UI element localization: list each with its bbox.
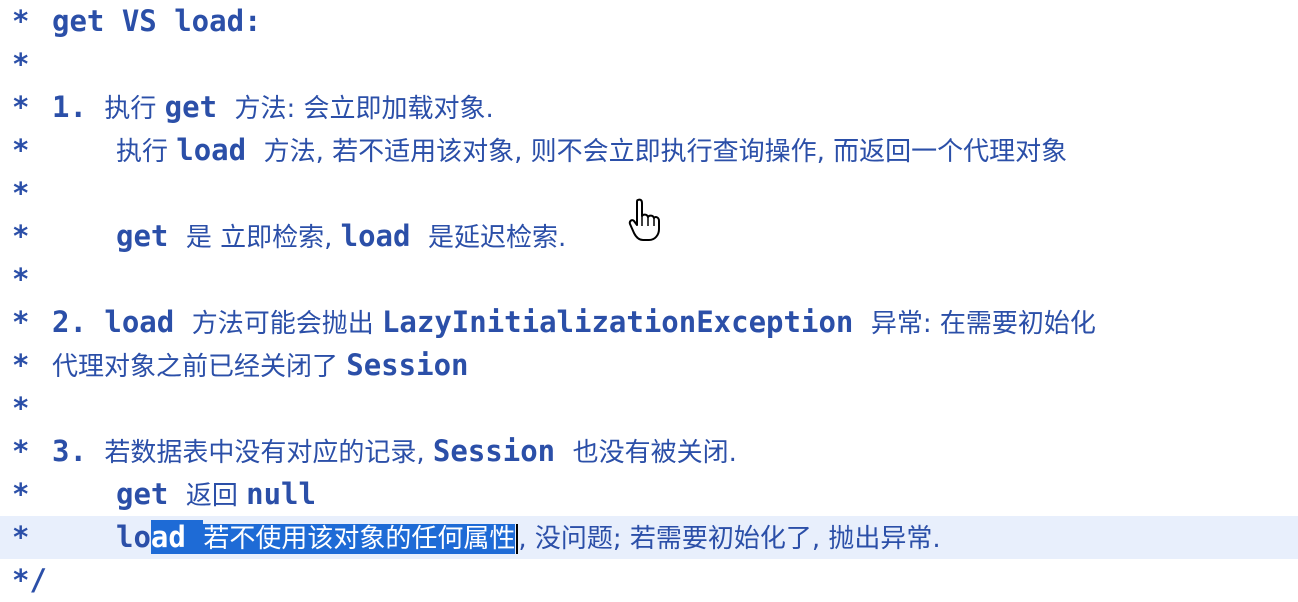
code-token: get — [164, 90, 235, 124]
comment-line-9[interactable]: * 代理对象之前已经关闭了 Session — [0, 344, 1298, 387]
code-token: get VS load: — [52, 4, 262, 38]
selected-text[interactable]: 若不使用该对象的任何属性 — [203, 524, 516, 554]
cjk-text: 方法: 会立即加载对象. — [234, 94, 494, 124]
comment-star: * — [12, 434, 30, 468]
cjk-text: 执行 — [104, 94, 165, 124]
cjk-text: , 没问题; 若需要初始化了, 抛出异常. — [518, 524, 941, 554]
code-token: 1. — [52, 90, 105, 124]
comment-line-8[interactable]: * 2. load 方法可能会抛出 LazyInitializationExce… — [0, 301, 1298, 344]
comment-line-7[interactable]: * — [0, 258, 1298, 301]
code-token: get — [116, 219, 186, 253]
comment-star: */ — [12, 563, 47, 597]
cjk-text: 若数据表中没有对应的记录, — [104, 438, 433, 468]
comment-star: * — [12, 348, 30, 382]
selected-text[interactable]: ad — [150, 520, 204, 554]
cjk-text: 返回 — [185, 481, 247, 511]
comment-star: * — [12, 133, 30, 167]
comment-line-12[interactable]: * get 返回 null — [0, 473, 1298, 516]
code-editor[interactable]: * get VS load: * * 1. 执行 get 方法: 会立即加载对象… — [0, 0, 1298, 597]
comment-star: * — [12, 4, 30, 38]
code-token: LazyInitializationException — [381, 305, 871, 339]
current-line[interactable]: * load 若不使用该对象的任何属性, 没问题; 若需要初始化了, 抛出异常. — [0, 516, 1298, 559]
code-token: Session — [432, 434, 573, 468]
cjk-text: 方法, 若不适用该对象, 则不会立即执行查询操作, 而返回一个代理对象 — [263, 137, 1068, 167]
comment-star: * — [12, 520, 30, 554]
code-token: 2. load — [52, 305, 192, 339]
code-token: 3. — [52, 434, 105, 468]
cjk-text: 是延迟检索. — [427, 223, 567, 253]
code-token: Session — [346, 348, 469, 382]
code-token: get — [116, 477, 186, 511]
comment-line-2[interactable]: * — [0, 43, 1298, 86]
code-token: null — [246, 477, 316, 511]
cjk-text: 执行 — [116, 137, 177, 167]
line-text: 3. 若数据表中没有对应的记录, Session 也没有被关闭. — [52, 430, 737, 475]
comment-star: * — [12, 477, 30, 511]
line-text: 执行 load 方法, 若不适用该对象, 则不会立即执行查询操作, 而返回一个代… — [116, 129, 1067, 174]
line-text: 代理对象之前已经关闭了 Session — [52, 344, 468, 389]
comment-line-4[interactable]: * 执行 load 方法, 若不适用该对象, 则不会立即执行查询操作, 而返回一… — [0, 129, 1298, 172]
line-text: load 若不使用该对象的任何属性, 没问题; 若需要初始化了, 抛出异常. — [116, 516, 941, 561]
comment-star: * — [12, 262, 30, 296]
line-text: get 是 立即检索, load 是延迟检索. — [116, 215, 566, 260]
cjk-text: 异常: 在需要初始化 — [870, 309, 1096, 339]
comment-line-11[interactable]: * 3. 若数据表中没有对应的记录, Session 也没有被关闭. — [0, 430, 1298, 473]
comment-line-10[interactable]: * — [0, 387, 1298, 430]
comment-star: * — [12, 47, 30, 81]
code-token: load — [176, 133, 264, 167]
comment-line-1[interactable]: * get VS load: — [0, 0, 1298, 43]
comment-end-line[interactable]: */ — [0, 559, 1298, 602]
cjk-text: 也没有被关闭. — [572, 438, 737, 468]
cjk-text: 方法可能会抛出 — [191, 309, 382, 339]
cjk-text: 代理对象之前已经关闭了 — [52, 352, 347, 382]
line-text: get 返回 null — [116, 473, 316, 518]
code-token: load — [340, 219, 428, 253]
line-text: 1. 执行 get 方法: 会立即加载对象. — [52, 86, 494, 131]
cjk-text: 是 立即检索, — [185, 223, 341, 253]
comment-star: * — [12, 176, 30, 210]
comment-star: * — [12, 219, 30, 253]
comment-star: * — [12, 391, 30, 425]
line-text: 2. load 方法可能会抛出 LazyInitializationExcept… — [52, 301, 1096, 346]
hand-pointer-icon — [628, 198, 660, 241]
code-token: lo — [116, 520, 151, 554]
comment-star: * — [12, 90, 30, 124]
comment-line-3[interactable]: * 1. 执行 get 方法: 会立即加载对象. — [0, 86, 1298, 129]
comment-star: * — [12, 305, 30, 339]
line-text: get VS load: — [52, 0, 262, 43]
